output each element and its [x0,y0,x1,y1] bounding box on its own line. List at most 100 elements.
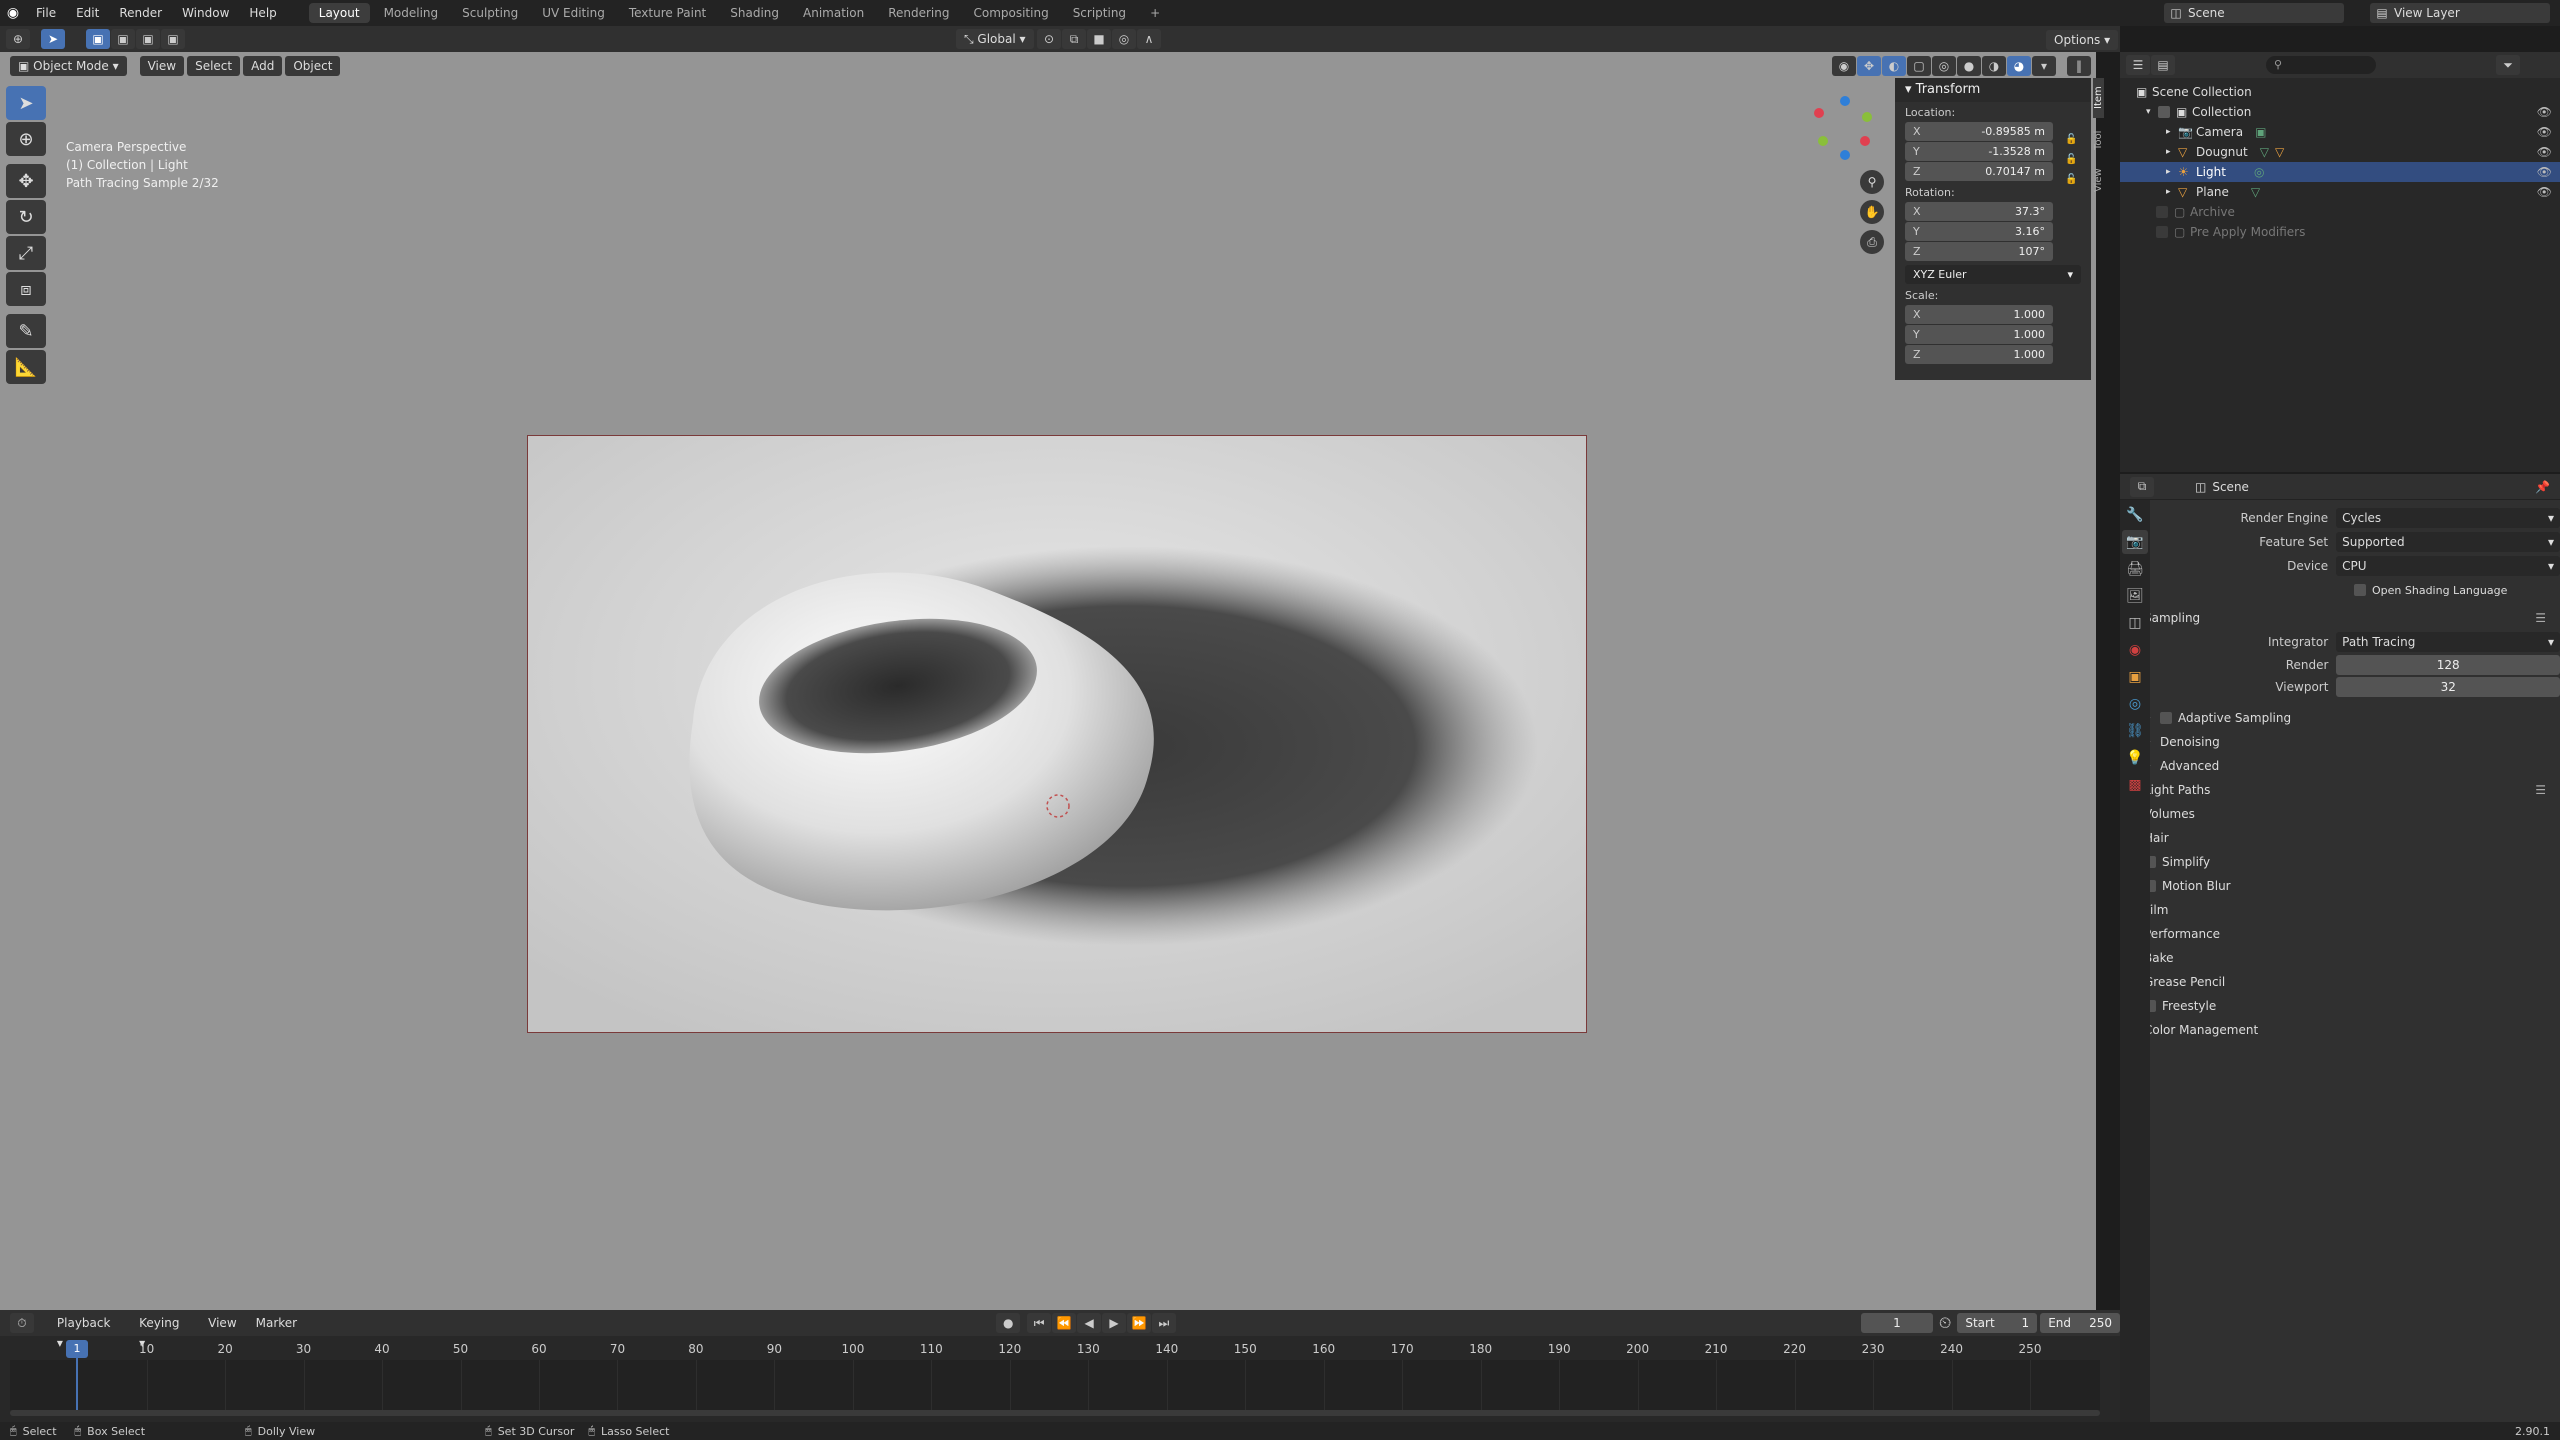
neg-z-axis-icon[interactable] [1840,150,1850,160]
move-tool-icon[interactable]: ✥ [6,164,46,198]
location-x-field[interactable]: X -0.89585 m [1905,122,2053,141]
rotation-mode-dropdown[interactable]: XYZ Euler ▾ [1905,265,2081,284]
shading-options-icon[interactable]: ▾ [2032,56,2056,76]
orientation-dropdown[interactable]: ⤡ Global ▾ [956,29,1034,49]
editor-type-icon[interactable]: ⊕ [6,29,30,49]
select-mode-new-icon[interactable]: ▣ [86,29,110,49]
tab-rendering[interactable]: Rendering [878,3,959,23]
expand-icon[interactable]: ▸ [2166,167,2178,177]
add-workspace-button[interactable]: + [1140,3,1170,23]
rendered-shading-icon[interactable]: ◕ [2007,56,2031,76]
section-performance[interactable]: ▸Performance [2120,922,2560,946]
rotation-x-field[interactable]: X 37.3° [1905,202,2053,221]
next-keyframe-icon[interactable]: ⏩ [1126,1313,1151,1333]
start-frame-field[interactable]: Start 1 [1957,1313,2038,1333]
outliner-search-input[interactable]: ⚲ [2266,56,2376,74]
expand-icon[interactable]: ▾ [2146,107,2158,117]
menu-window[interactable]: Window [172,0,239,26]
outliner-item-dougnut[interactable]: ▸ ▽ Dougnut ▽ ▽ 👁 [2120,142,2560,162]
sidebar-tab-view[interactable]: View [2093,162,2104,198]
filter-icon[interactable]: ⏷ [2496,55,2520,75]
annotate-tool-icon[interactable]: ✎ [6,314,46,348]
outliner-item-light[interactable]: ▸ ☀ Light ◎ 👁 [2120,162,2560,182]
show-overlays-icon[interactable]: ◐ [1882,56,1906,76]
play-icon[interactable]: ▶ [1102,1313,1126,1333]
jump-start-icon[interactable]: ⏮ [1027,1313,1052,1333]
select-mode-extend-icon[interactable]: ▣ [111,29,135,49]
section-freestyle[interactable]: ▸Freestyle [2120,994,2560,1018]
navigation-gizmo[interactable] [1810,92,1880,162]
render-samples-field[interactable]: 128 [2336,655,2560,675]
menu-add[interactable]: Add [243,56,283,76]
render-engine-dropdown[interactable]: Cycles ▾ [2336,508,2560,528]
tab-scripting[interactable]: Scripting [1063,3,1136,23]
camera-view-icon[interactable]: ⎙ [1860,230,1884,254]
pin-icon[interactable]: 📌 [2535,480,2550,494]
section-film[interactable]: ▸Film [2120,898,2560,922]
location-z-field[interactable]: Z 0.70147 m [1905,162,2053,181]
3d-viewport[interactable]: Camera Perspective (1) Collection | Ligh… [0,52,2096,1310]
menu-help[interactable]: Help [239,0,286,26]
y-axis-icon[interactable] [1862,112,1872,122]
osl-checkbox[interactable] [2354,584,2366,596]
outliner-item-camera[interactable]: ▸ 📷 Camera ▣ 👁 [2120,122,2560,142]
playhead-frame-label[interactable]: 1 [66,1340,88,1358]
measure-tool-icon[interactable]: 📐 [6,350,46,384]
scene-selector[interactable]: ◫ Scene [2164,3,2344,23]
outliner-editor-icon[interactable]: ☰ [2126,55,2150,75]
section-color-management[interactable]: ▸Color Management [2120,1018,2560,1042]
outliner-collection-pre-apply[interactable]: ▢ Pre Apply Modifiers [2120,222,2560,242]
menu-select[interactable]: Select [187,56,241,76]
eye-icon[interactable]: 👁 [2537,145,2552,159]
proportional-edit-icon[interactable]: ◎ [1112,29,1136,49]
menu-render[interactable]: Render [109,0,172,26]
cursor-tool-icon[interactable]: ⊕ [6,122,46,156]
expand-icon[interactable]: ▸ [2166,187,2178,197]
outliner-item-plane[interactable]: ▸ ▽ Plane ▽ 👁 [2120,182,2560,202]
rotation-y-field[interactable]: Y 3.16° [1905,222,2053,241]
tab-modeling[interactable]: Modeling [374,3,449,23]
location-y-field[interactable]: Y -1.3528 m [1905,142,2053,161]
section-motion-blur[interactable]: ▸Motion Blur [2120,874,2560,898]
display-mode-icon[interactable]: ▤ [2151,55,2175,75]
end-frame-field[interactable]: End 250 [2040,1313,2121,1333]
blender-logo-icon[interactable]: ◉ [0,5,26,21]
marker-menu[interactable]: Marker [248,1313,305,1333]
sidebar-tab-tool[interactable]: Tool [2093,122,2104,158]
scale-tool-icon[interactable]: ⤢ [6,236,46,270]
timeline-ruler[interactable]: 10 20 30 40 50 60 70 80 90 100 110 120 130 140 150 160 1… [10,1340,2100,1360]
subsection-adaptive-sampling[interactable]: ▸Adaptive Sampling [2136,706,2560,730]
transform-tool-icon[interactable]: ⧈ [6,272,46,306]
section-sampling[interactable]: ▾Sampling☰ [2120,606,2560,630]
material-shading-icon[interactable]: ◑ [1982,56,2006,76]
expand-icon[interactable]: ▸ [2166,147,2178,157]
falloff-icon[interactable]: ∧ [1137,29,1161,49]
timeline-editor-icon[interactable]: ⏱ [10,1313,34,1333]
subsection-denoising[interactable]: ▸Denoising [2136,730,2560,754]
feature-set-dropdown[interactable]: Supported ▾ [2336,532,2560,552]
subsection-advanced[interactable]: ▸Advanced [2136,754,2560,778]
toggle-sidebar-icon[interactable]: ‖ [2067,56,2091,76]
section-bake[interactable]: ▸Bake [2120,946,2560,970]
zoom-icon[interactable]: ⚲ [1860,170,1884,194]
viewport-samples-field[interactable]: 32 [2336,677,2560,697]
eye-icon[interactable]: 👁 [2537,125,2552,139]
lock-icon[interactable]: 🔓 [2065,170,2077,190]
tab-sculpting[interactable]: Sculpting [452,3,528,23]
prev-keyframe-icon[interactable]: ⏪ [1052,1313,1077,1333]
neg-y-axis-icon[interactable] [1818,136,1828,146]
play-reverse-icon[interactable]: ◀ [1077,1313,1102,1333]
z-axis-icon[interactable] [1840,96,1850,106]
expand-icon[interactable]: ▸ [2166,127,2178,137]
device-dropdown[interactable]: CPU ▾ [2336,556,2560,576]
rotation-z-field[interactable]: Z 107° [1905,242,2053,261]
timeline-view-menu[interactable]: View [200,1313,244,1333]
list-icon[interactable]: ☰ [2535,611,2546,625]
lock-icon[interactable]: 🔓 [2065,130,2077,150]
pivot-icon[interactable]: ⊙ [1037,29,1061,49]
select-tool-icon[interactable]: ➤ [41,29,65,49]
output-properties-icon[interactable]: 🖨 [2122,557,2148,581]
render-properties-icon[interactable]: 📷 [2122,530,2148,554]
scale-y-field[interactable]: Y 1.000 [1905,325,2053,344]
scale-z-field[interactable]: Z 1.000 [1905,345,2053,364]
